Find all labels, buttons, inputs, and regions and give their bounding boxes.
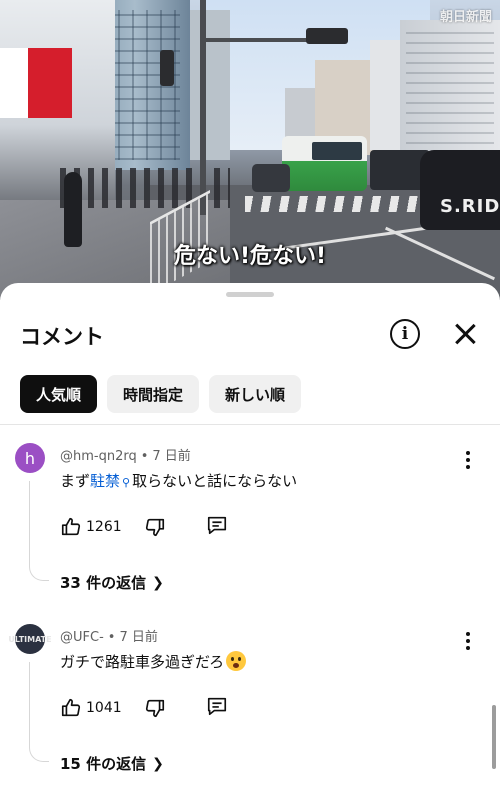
thumbs-up-icon[interactable] bbox=[60, 516, 82, 538]
comment-text: ガチで路駐車多過ぎだろ bbox=[60, 651, 247, 672]
traffic-light bbox=[160, 50, 174, 86]
replies-button[interactable]: 15 件の返信 ❯ bbox=[60, 753, 164, 774]
taxi-text: S.RIDE bbox=[440, 196, 500, 217]
comment-time: 7 日前 bbox=[119, 630, 158, 645]
thumbs-up-icon[interactable] bbox=[60, 697, 82, 719]
reply-icon[interactable] bbox=[206, 514, 228, 536]
like-count: 1261 bbox=[86, 519, 122, 535]
reply-button[interactable] bbox=[206, 695, 228, 721]
bus bbox=[282, 136, 367, 191]
avatar[interactable]: h bbox=[15, 443, 45, 473]
chip-popular[interactable]: 人気順 bbox=[20, 375, 98, 413]
chip-timestamp[interactable]: 時間指定 bbox=[107, 375, 200, 413]
taxi bbox=[420, 150, 500, 230]
video-player[interactable]: S.RIDE 朝日新聞 危ない!危ない! bbox=[0, 0, 500, 300]
astonished-face-emoji bbox=[226, 651, 247, 671]
thread-line bbox=[29, 481, 49, 581]
chevron-right-icon: ❯ bbox=[152, 755, 164, 772]
comment-text-part: まず bbox=[60, 472, 91, 490]
building bbox=[400, 20, 500, 160]
watermark: 朝日新聞 bbox=[439, 10, 492, 25]
comment-time: 7 日前 bbox=[152, 449, 191, 464]
avatar-logo-text: ULTIMATE bbox=[8, 634, 52, 644]
comment-author[interactable]: @UFC- bbox=[60, 630, 104, 645]
divider bbox=[0, 424, 500, 425]
crosswalk bbox=[245, 196, 425, 212]
chip-newest[interactable]: 新しい順 bbox=[209, 375, 302, 413]
replies-button[interactable]: 33 件の返信 ❯ bbox=[60, 572, 164, 593]
replies-label: 15 件の返信 bbox=[60, 755, 147, 773]
comment-text-part: ガチで路駐車多過ぎだろ bbox=[60, 653, 225, 671]
close-icon[interactable] bbox=[452, 321, 478, 347]
comment-actions: 1261 bbox=[60, 515, 228, 539]
comment-meta: @hm-qn2rq • 7 日前 bbox=[60, 449, 191, 464]
signal-pole bbox=[200, 0, 206, 215]
thumbs-down-icon[interactable] bbox=[144, 516, 166, 538]
comment-text: まず駐禁 ⚲ 取らないと話にならない bbox=[60, 470, 297, 491]
comments-sheet: コメント i 人気順 時間指定 新しい順 h @hm-qn2rq • 7 日前 まず… bbox=[0, 283, 500, 788]
video-subtitle: 危ない!危ない! bbox=[173, 244, 327, 269]
like-count: 1041 bbox=[86, 700, 122, 716]
reply-icon[interactable] bbox=[206, 695, 228, 717]
search-icon[interactable]: ⚲ bbox=[122, 476, 130, 489]
building bbox=[185, 10, 230, 160]
sheet-title: コメント bbox=[20, 325, 104, 349]
search-link[interactable]: 駐禁 bbox=[90, 472, 120, 490]
sort-chips: 人気順 時間指定 新しい順 bbox=[20, 375, 302, 413]
comment-meta: @UFC- • 7 日前 bbox=[60, 630, 158, 645]
reply-button[interactable] bbox=[206, 514, 228, 540]
comment-actions: 1041 bbox=[60, 696, 228, 720]
info-icon[interactable]: i bbox=[390, 319, 420, 349]
scrollbar[interactable] bbox=[492, 705, 496, 769]
avatar[interactable]: ULTIMATE bbox=[8, 624, 52, 654]
thread-line bbox=[29, 662, 49, 762]
car bbox=[252, 164, 290, 192]
pedestrian bbox=[64, 172, 82, 247]
thumbs-down-icon[interactable] bbox=[144, 697, 166, 719]
comment-text-part: 取らないと話にならない bbox=[132, 472, 298, 490]
more-vert-icon[interactable] bbox=[465, 451, 471, 471]
chevron-right-icon: ❯ bbox=[152, 574, 164, 591]
traffic-light bbox=[306, 28, 348, 44]
more-vert-icon[interactable] bbox=[465, 632, 471, 652]
comment-author[interactable]: @hm-qn2rq bbox=[60, 449, 137, 464]
drag-handle[interactable] bbox=[226, 292, 274, 297]
replies-label: 33 件の返信 bbox=[60, 574, 147, 592]
